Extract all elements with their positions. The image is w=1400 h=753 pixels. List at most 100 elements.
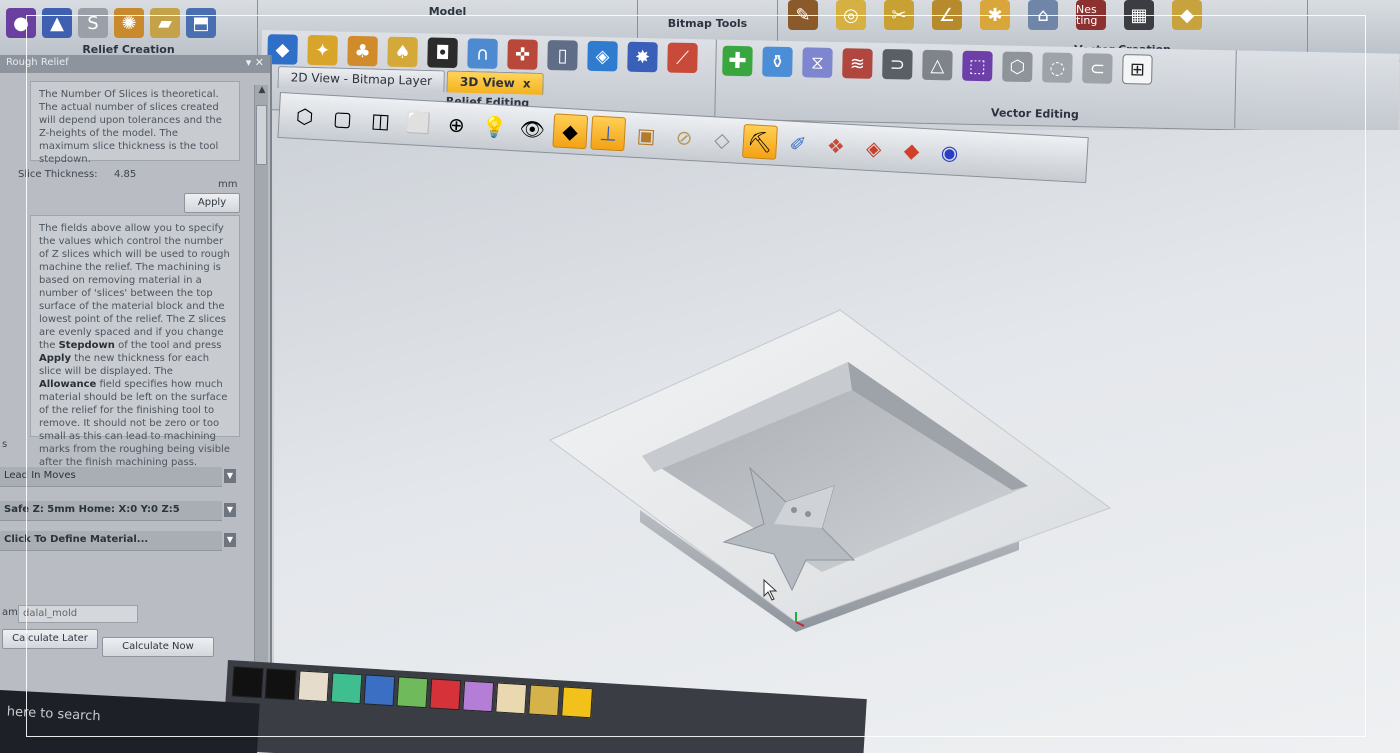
top-view-icon[interactable]: ⬜ [401, 105, 437, 141]
swatch-6[interactable] [396, 676, 429, 709]
panel-controls[interactable]: ▾ ✕ [246, 56, 264, 69]
hourglass-icon[interactable]: ⧖ [802, 47, 833, 78]
knife-icon[interactable]: ⟋ [667, 42, 698, 74]
nesting-icon[interactable]: Nes ting [1076, 0, 1106, 30]
taskbar-search[interactable]: here to search [6, 704, 100, 724]
axes-icon[interactable]: ⊥ [590, 115, 627, 152]
offset-icon[interactable]: ⬡ [1002, 51, 1033, 83]
close-icon[interactable]: x [523, 76, 531, 90]
zoom-icon[interactable]: ⊕ [439, 107, 475, 143]
calculate-later-button[interactable]: Calculate Later [2, 629, 98, 649]
spin-icon[interactable]: ✸ [627, 41, 658, 73]
ribbon-group-relief-creation: ● ▲ S ✺ ▰ ⬒ Relief Creation [0, 0, 258, 62]
scissors-icon[interactable]: ✂ [884, 0, 914, 30]
pen-icon[interactable]: ✎ [788, 0, 818, 30]
light-icon[interactable]: 💡 [476, 109, 512, 145]
star-eye-right [805, 511, 811, 517]
side-view-icon[interactable]: ◫ [363, 103, 399, 139]
fit-icon[interactable]: ⊞ [1122, 54, 1153, 85]
swatch-7[interactable] [429, 678, 462, 711]
help-bottom-part-4: field specifies how much material should… [39, 379, 230, 468]
safe-z-row[interactable]: Safe Z: 5mm Home: X:0 Y:0 Z:5 ▼ [0, 501, 236, 521]
corner-icon[interactable]: ⊂ [1082, 53, 1113, 84]
calculate-now-button[interactable]: Calculate Now [102, 637, 214, 657]
star-eye-left [791, 507, 797, 513]
bridge-icon[interactable]: ∩ [467, 38, 498, 69]
slice-thickness-label: Slice Thickness: [18, 169, 98, 180]
scrollbar-thumb[interactable] [256, 105, 267, 165]
3d-viewport[interactable] [274, 130, 1400, 753]
swatch-3[interactable] [297, 670, 330, 703]
plane-icon[interactable]: ◆ [552, 113, 589, 150]
iso-view-icon[interactable]: ⬡ [287, 98, 323, 134]
toolpath-icon[interactable]: ⛏ [742, 123, 778, 160]
ribbon-group-vector-editing: ✚ ⚱ ⧖ ≋ ⊃ △ ⬚ ⬡ ◌ ⊂ ⊞ Vector Editing [715, 39, 1237, 129]
circle-icon[interactable]: ◎ [836, 0, 866, 30]
scale-icon[interactable]: ▯ [547, 39, 578, 71]
pyramid-icon[interactable]: ▲ [42, 8, 72, 38]
swirl-icon[interactable]: S [78, 8, 108, 38]
swatch-2[interactable] [264, 668, 297, 701]
grid-icon[interactable]: ▦ [1124, 0, 1154, 30]
nest-icon[interactable]: ✱ [980, 0, 1010, 30]
swatch-8[interactable] [462, 680, 495, 713]
layer-icon[interactable]: ◈ [856, 130, 892, 166]
layers-icon[interactable]: ▰ [150, 8, 180, 38]
lead-in-moves-row[interactable]: Lead In Moves ▼ [0, 467, 236, 487]
help-text-bottom: The fields above allow you to specify th… [30, 215, 240, 468]
help-bottom-part-1: The fields above allow you to specify th… [39, 223, 230, 351]
panel-title-bar: Rough Relief ▾ ✕ [0, 55, 270, 73]
panel-scrollbar[interactable]: ▲ [254, 85, 268, 715]
swatch-10[interactable] [528, 684, 561, 717]
section-letter: s [2, 439, 8, 450]
blob-icon[interactable]: ♣ [347, 35, 378, 67]
swatch-1[interactable] [231, 666, 264, 699]
chevron-down-icon[interactable]: ▼ [224, 533, 236, 547]
chevron-up-icon[interactable]: ▲ [255, 85, 269, 99]
import-icon[interactable]: ⬒ [186, 8, 216, 38]
chevron-down-icon[interactable]: ▼ [224, 469, 236, 483]
layer-red-icon[interactable]: ◆ [894, 132, 930, 168]
swatch-4[interactable] [330, 672, 363, 705]
eye-icon[interactable]: 👁 [514, 111, 550, 147]
erase-icon[interactable]: ✜ [507, 39, 538, 70]
node-icon[interactable]: ⊃ [882, 49, 913, 80]
material-icon[interactable]: ◇ [704, 122, 740, 158]
help-text-top: The Number Of Slices is theoretical. The… [30, 81, 240, 165]
cylinder-icon[interactable]: ⊘ [666, 120, 702, 156]
texture-icon[interactable]: ✺ [114, 8, 144, 38]
toolpath-name-input[interactable]: dalal_mold [18, 605, 138, 623]
tab-3d-view-label: 3D View [459, 74, 516, 91]
select-icon[interactable]: ⬚ [962, 50, 993, 82]
front-view-icon[interactable]: ▢ [325, 101, 361, 137]
brush-icon[interactable]: ✐ [780, 126, 816, 162]
sphere-icon[interactable]: ● [6, 8, 36, 38]
vase-icon[interactable]: ⚱ [762, 46, 793, 78]
plate-icon[interactable]: ◆ [1172, 0, 1202, 30]
slice-thickness-value: 4.85 [114, 169, 137, 180]
arc-icon[interactable]: ◌ [1042, 52, 1073, 83]
stamp-icon[interactable]: ◘ [427, 37, 458, 69]
block-icon[interactable]: ▣ [628, 118, 664, 154]
apply-button[interactable]: Apply [184, 193, 240, 213]
shape-icon[interactable]: △ [922, 49, 953, 81]
target-icon[interactable]: ◉ [932, 135, 968, 171]
tab-2d-view-label: 2D View - Bitmap Layer [290, 70, 433, 89]
help-bottom-apply: Apply [39, 353, 72, 364]
material-row[interactable]: Click To Define Material... ▼ [0, 531, 236, 551]
raise-icon[interactable]: ✦ [307, 34, 338, 66]
model-label: Model [428, 5, 467, 18]
chevron-down-icon[interactable]: ▼ [224, 503, 236, 517]
wave-icon[interactable]: ≋ [842, 48, 873, 79]
tiles-icon[interactable]: ❖ [818, 128, 854, 164]
tab-2d-view[interactable]: 2D View - Bitmap Layer [277, 66, 446, 93]
text-icon[interactable]: ∠ [932, 0, 962, 30]
add-vector-icon[interactable]: ✚ [722, 45, 753, 77]
swatch-5[interactable] [363, 674, 396, 707]
tab-3d-view[interactable]: 3D View x [446, 70, 544, 95]
tool-icon[interactable]: ⌂ [1028, 0, 1058, 30]
smooth-icon[interactable]: ♠ [387, 36, 418, 68]
bend-icon[interactable]: ◈ [587, 40, 618, 72]
swatch-11[interactable] [561, 686, 593, 719]
swatch-9[interactable] [495, 682, 528, 715]
